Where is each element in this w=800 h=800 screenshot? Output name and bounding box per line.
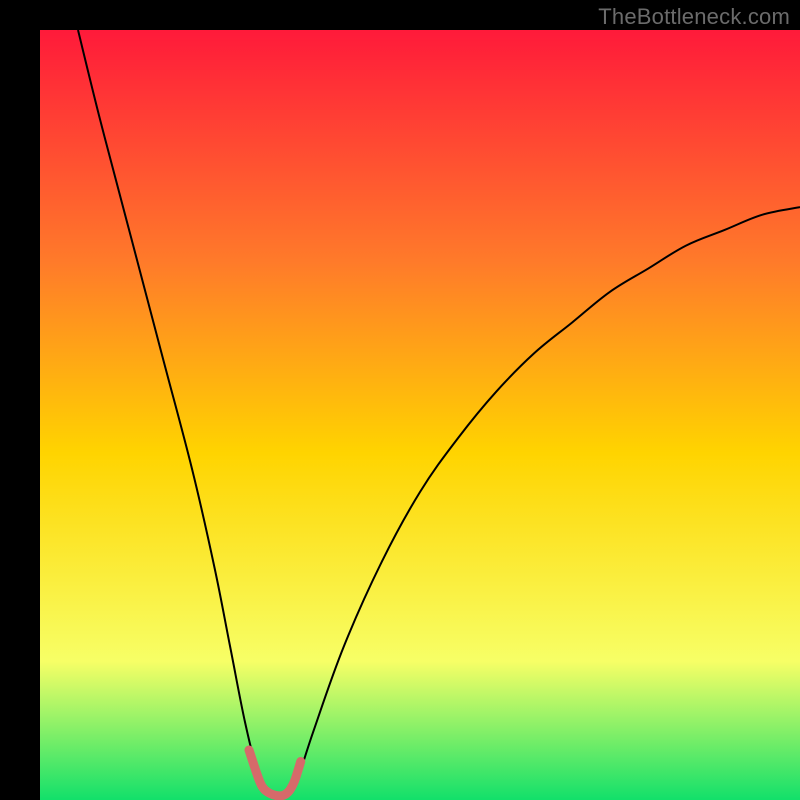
watermark-text: TheBottleneck.com: [598, 4, 790, 30]
plot-area: [40, 30, 800, 800]
chart-svg: [40, 30, 800, 800]
gradient-background: [40, 30, 800, 800]
chart-frame: TheBottleneck.com: [0, 0, 800, 800]
